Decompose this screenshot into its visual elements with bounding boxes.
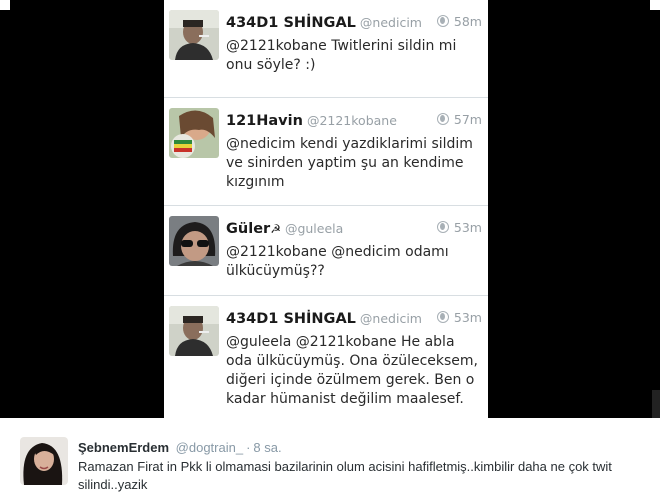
globe-icon bbox=[436, 15, 449, 27]
author-name[interactable]: 434D1 SHİNGAL bbox=[226, 311, 356, 327]
author-name[interactable]: 121Havin bbox=[226, 113, 303, 129]
tweet-time[interactable]: 8 sa. bbox=[253, 440, 281, 455]
tweet-meta: 57m bbox=[436, 112, 482, 127]
corner-background bbox=[0, 0, 10, 10]
avatar[interactable] bbox=[169, 10, 219, 60]
separator-dot: · bbox=[246, 440, 251, 455]
tweet-time[interactable]: 53m bbox=[454, 220, 482, 235]
tweet-time[interactable]: 53m bbox=[454, 310, 482, 325]
tweet-meta: 53m bbox=[436, 220, 482, 235]
tweet-header: 121Havin @2121kobane 57m bbox=[226, 112, 482, 132]
tweet-header: 434D1 SHİNGAL @nedicim 53m bbox=[226, 310, 482, 330]
tweet-text: Ramazan Firat in Pkk li olmamasi bazilar… bbox=[78, 459, 612, 492]
author-handle[interactable]: @nedicim bbox=[360, 15, 422, 30]
author-handle[interactable]: @nedicim bbox=[360, 311, 422, 326]
corner-background bbox=[650, 0, 660, 10]
timeline-tweet[interactable]: 121Havin @2121kobane 57m @nedicim kendi y… bbox=[164, 98, 488, 206]
globe-icon bbox=[436, 311, 449, 323]
tweet-text: @guleela @2121kobane He abla oda ülkücüy… bbox=[226, 334, 478, 407]
author-handle[interactable]: @dogtrain_ bbox=[176, 440, 243, 455]
globe-icon bbox=[436, 221, 449, 233]
avatar[interactable] bbox=[169, 306, 219, 356]
tweet-header: ŞebnemErdem @dogtrain_ · 8 sa. bbox=[78, 440, 282, 455]
avatar[interactable] bbox=[169, 108, 219, 158]
hammer-sickle-icon: ☭ bbox=[270, 222, 281, 236]
tweet-text: @2121kobane @nedicim odamı ülkücüymüş?? bbox=[226, 244, 449, 279]
timeline-tweet[interactable]: Güler☭ @guleela 53m @2121kobane @nedicim … bbox=[164, 206, 488, 296]
timeline-tweet[interactable]: 434D1 SHİNGAL @nedicim 53m @guleela @2121… bbox=[164, 296, 488, 418]
tweet-text: @2121kobane Twitlerini sildin mi onu söy… bbox=[226, 38, 457, 73]
tweet-meta: 53m bbox=[436, 310, 482, 325]
tweet-text: @nedicim kendi yazdiklarimi sildim ve si… bbox=[226, 136, 473, 190]
screenshot-timeline: 434D1 SHİNGAL @nedicim 58m @2121kobane Tw… bbox=[164, 0, 488, 418]
author-handle[interactable]: @2121kobane bbox=[307, 113, 397, 128]
author-name[interactable]: 434D1 SHİNGAL bbox=[226, 15, 356, 31]
main-tweet[interactable]: ŞebnemErdem @dogtrain_ · 8 sa. Ramazan Fir… bbox=[0, 418, 660, 497]
globe-icon bbox=[436, 113, 449, 125]
tweet-header: 434D1 SHİNGAL @nedicim 58m bbox=[226, 14, 482, 34]
timeline-tweet[interactable]: 434D1 SHİNGAL @nedicim 58m @2121kobane Tw… bbox=[164, 0, 488, 98]
avatar[interactable] bbox=[169, 216, 219, 266]
tweet-time[interactable]: 58m bbox=[454, 14, 482, 29]
avatar[interactable] bbox=[20, 437, 68, 485]
author-handle[interactable]: @guleela bbox=[285, 221, 343, 236]
tweet-meta: 58m bbox=[436, 14, 482, 29]
tweet-header: Güler☭ @guleela 53m bbox=[226, 220, 482, 240]
tweet-time[interactable]: 57m bbox=[454, 112, 482, 127]
author-name[interactable]: ŞebnemErdem bbox=[78, 440, 169, 455]
author-name[interactable]: Güler bbox=[226, 221, 270, 237]
